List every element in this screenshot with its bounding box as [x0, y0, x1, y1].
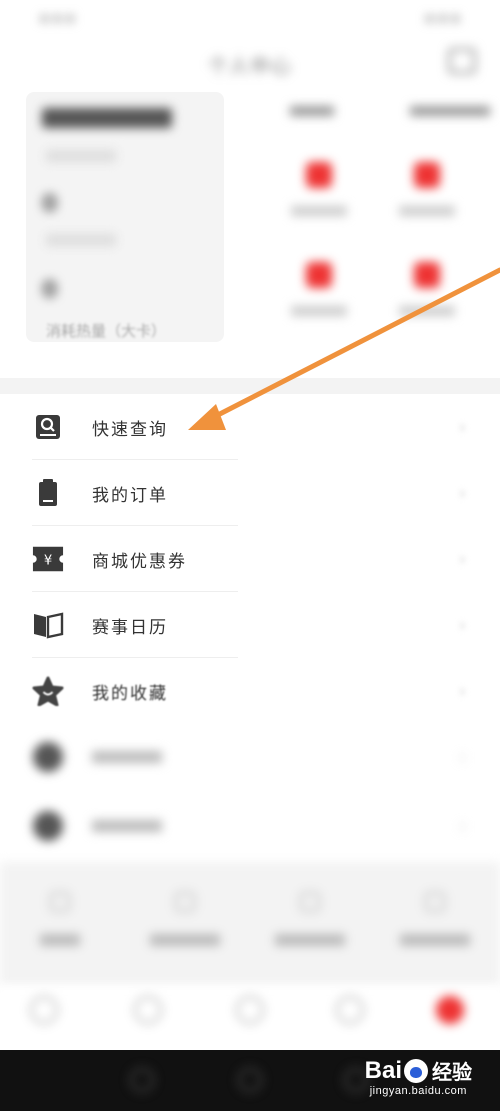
annotation-arrow-icon — [188, 267, 500, 430]
